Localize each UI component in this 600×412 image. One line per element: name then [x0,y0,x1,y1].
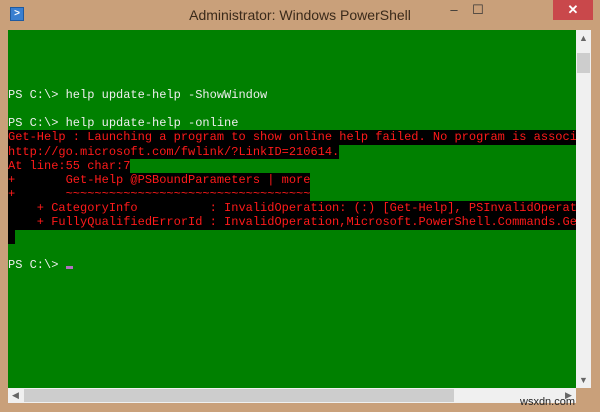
title-bar: > Administrator: Windows PowerShell – ☐ … [0,0,600,30]
command-line: PS C:\> help update-help -online [8,116,239,131]
horizontal-scroll-thumb[interactable] [24,389,454,402]
scroll-down-icon[interactable]: ▼ [576,375,591,385]
scroll-left-icon[interactable]: ◀ [8,390,23,401]
vertical-scrollbar[interactable]: ▲ ▼ [576,30,591,388]
error-line: + CategoryInfo : InvalidOperation: (:) [… [8,201,576,216]
maximize-button[interactable]: ☐ [464,0,492,20]
prompt: PS C:\> [8,258,66,272]
error-line: http://go.microsoft.com/fwlink/?LinkID=2… [8,144,340,159]
close-button[interactable]: ✕ [553,0,593,20]
error-line: + FullyQualifiedErrorId : InvalidOperati… [8,215,576,230]
command-line: PS C:\> help update-help -ShowWindow [8,87,268,102]
vertical-scroll-thumb[interactable] [577,53,590,73]
window-title: Administrator: Windows PowerShell [189,7,411,23]
horizontal-scrollbar[interactable]: ◀ ▶ [8,388,576,403]
error-line: + Get-Help @PSBoundParameters | more [8,172,311,187]
error-line: At line:55 char:7 [8,158,131,173]
cursor [65,266,73,269]
watermark: wsxdn.com [520,396,576,408]
error-line: + ~~~~~~~~~~~~~~~~~~~~~~~~~~~~~~~~~~ [8,187,311,202]
console-output[interactable]: PS C:\> help update-help -ShowWindow PS … [8,30,576,388]
scroll-up-icon[interactable]: ▲ [576,33,591,43]
error-line: Get-Help : Launching a program to show o… [8,130,576,145]
